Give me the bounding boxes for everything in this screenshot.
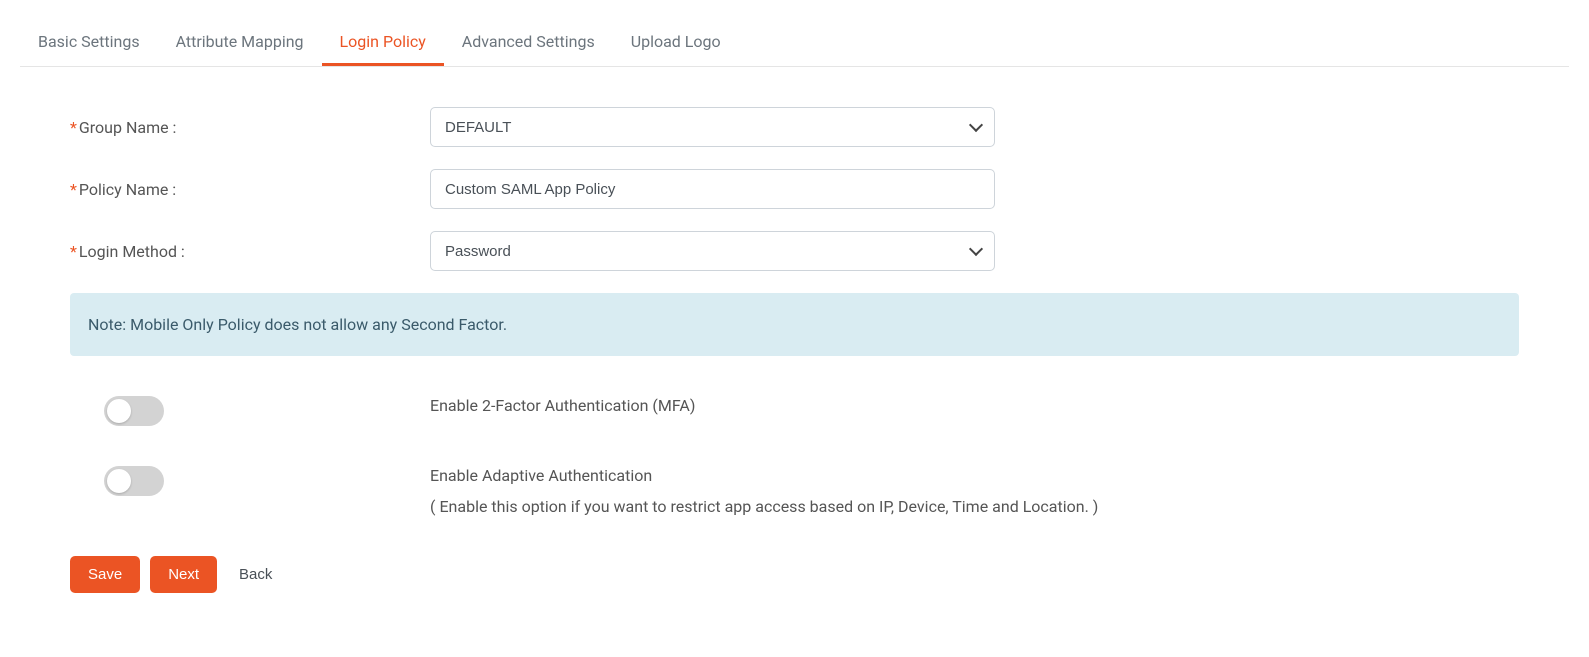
toggle-knob-icon — [107, 399, 131, 423]
tab-upload-logo[interactable]: Upload Logo — [613, 20, 739, 66]
tab-basic-settings[interactable]: Basic Settings — [20, 20, 158, 66]
mfa-toggle-label: Enable 2-Factor Authentication (MFA) — [430, 396, 695, 415]
adaptive-auth-desc: ( Enable this option if you want to rest… — [430, 497, 1098, 516]
save-button[interactable]: Save — [70, 556, 140, 593]
toggle-knob-icon — [107, 469, 131, 493]
note-banner: Note: Mobile Only Policy does not allow … — [70, 293, 1519, 356]
tab-login-policy[interactable]: Login Policy — [322, 20, 444, 66]
tab-bar: Basic Settings Attribute Mapping Login P… — [20, 20, 1569, 67]
adaptive-auth-toggle[interactable] — [104, 466, 164, 496]
login-method-select[interactable]: Password — [430, 231, 995, 271]
action-bar: Save Next Back — [70, 556, 1519, 593]
back-button[interactable]: Back — [227, 556, 284, 593]
login-policy-form: *Group Name : DEFAULT *Policy Name : *Lo… — [20, 67, 1569, 593]
login-method-label: *Login Method : — [70, 242, 430, 261]
adaptive-auth-label: Enable Adaptive Authentication — [430, 466, 1098, 485]
group-name-select[interactable]: DEFAULT — [430, 107, 995, 147]
mfa-toggle[interactable] — [104, 396, 164, 426]
policy-name-input[interactable] — [430, 169, 995, 209]
group-name-label: *Group Name : — [70, 118, 430, 137]
next-button[interactable]: Next — [150, 556, 217, 593]
policy-name-label: *Policy Name : — [70, 180, 430, 199]
tab-attribute-mapping[interactable]: Attribute Mapping — [158, 20, 322, 66]
tab-advanced-settings[interactable]: Advanced Settings — [444, 20, 613, 66]
